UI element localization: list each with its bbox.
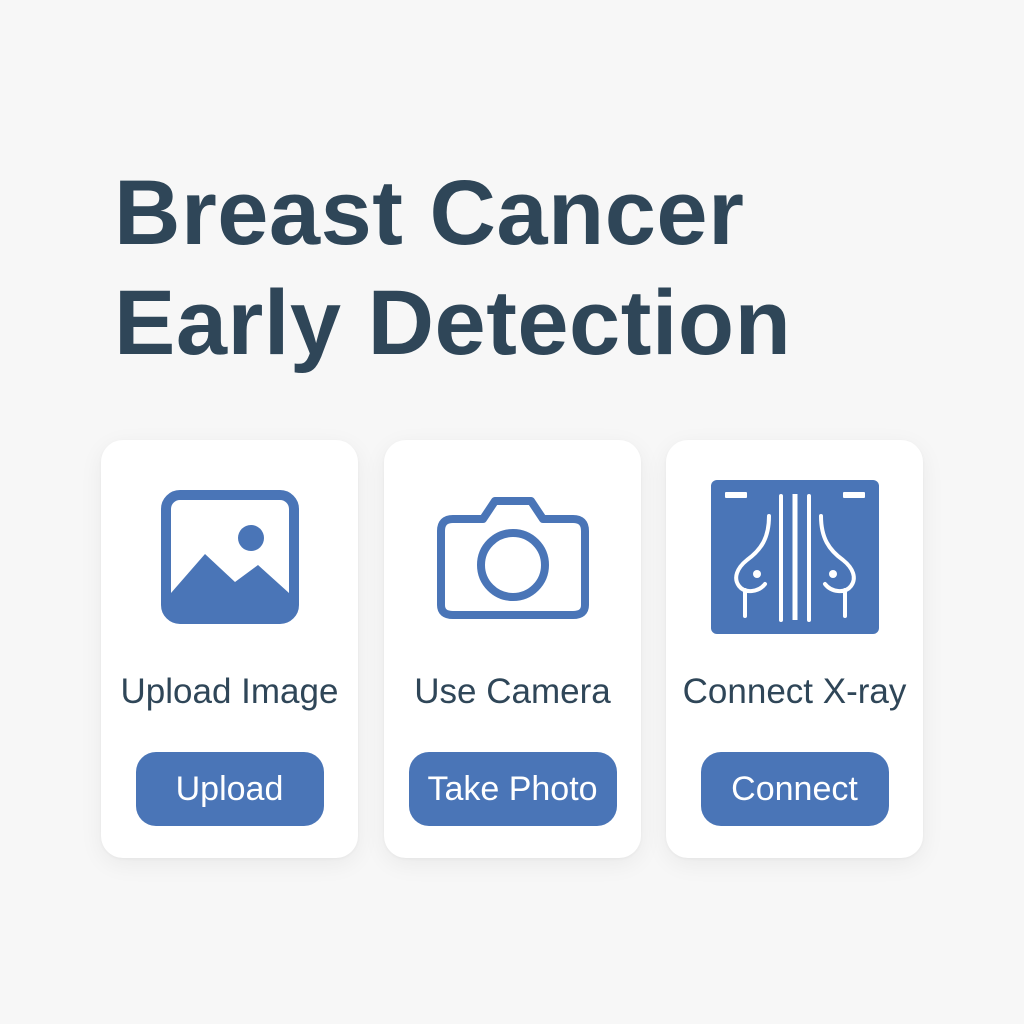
xray-icon[interactable] xyxy=(710,480,880,634)
page-title: Breast Cancer Early Detection xyxy=(114,158,791,378)
use-camera-label: Use Camera xyxy=(414,672,611,711)
page-title-line-2: Early Detection xyxy=(114,272,792,374)
upload-button[interactable]: Upload xyxy=(135,752,324,826)
upload-image-label: Upload Image xyxy=(120,672,339,711)
page-title-line-1: Breast Cancer xyxy=(114,162,745,264)
connect-button[interactable]: Connect xyxy=(700,752,889,826)
connect-xray-card: Connect X-ray Connect xyxy=(666,440,923,858)
page: Breast Cancer Early Detection Upload Ima… xyxy=(0,0,1024,1024)
connect-xray-label: Connect X-ray xyxy=(682,672,907,711)
take-photo-button[interactable]: Take Photo xyxy=(408,752,617,826)
upload-image-card: Upload Image Upload xyxy=(101,440,358,858)
camera-icon[interactable] xyxy=(428,482,598,632)
use-camera-card: Use Camera Take Photo xyxy=(384,440,641,858)
image-icon[interactable] xyxy=(145,482,315,632)
